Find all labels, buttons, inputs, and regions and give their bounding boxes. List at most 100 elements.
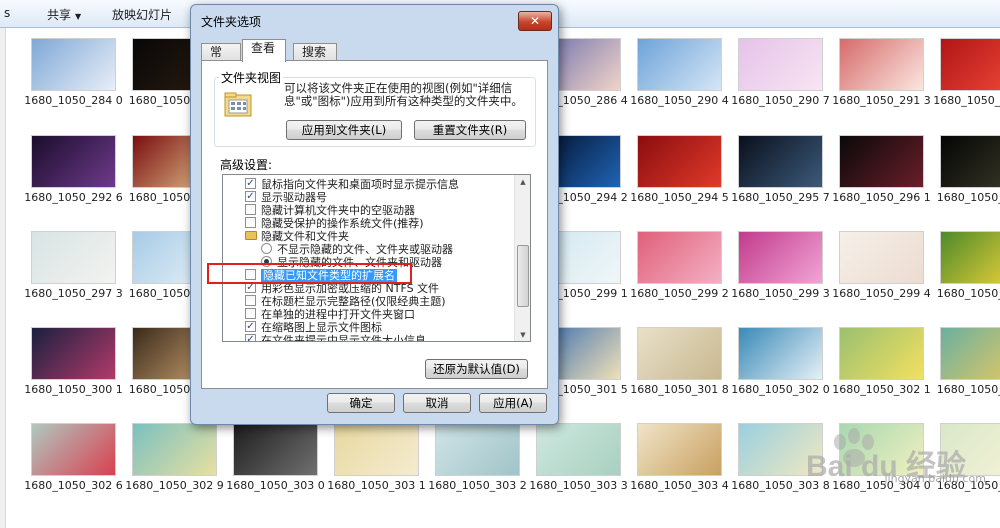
advanced-setting-label: 显示驱动器号	[261, 191, 327, 204]
advanced-settings-label: 高级设置:	[220, 158, 273, 172]
thumbnail-image	[940, 423, 1000, 476]
tab-view[interactable]: 查看	[242, 39, 286, 62]
checkbox-unchecked-icon[interactable]	[245, 204, 256, 215]
slideshow-button[interactable]: 放映幻灯片	[112, 6, 172, 23]
advanced-setting-label: 在标题栏显示完整路径(仅限经典主题)	[261, 295, 446, 308]
image-thumbnail[interactable]: 1680_1050_303 3	[528, 423, 629, 493]
thumbnail-image	[839, 231, 924, 284]
checkbox-unchecked-icon[interactable]	[245, 308, 256, 319]
thumbnail-image	[940, 231, 1000, 284]
organize-menu-tail[interactable]: s	[4, 6, 10, 20]
image-thumbnail[interactable]: 1680_1050_290 4	[629, 38, 730, 108]
image-thumbnail[interactable]: 1680_1050_299 4	[831, 231, 932, 301]
ok-button[interactable]: 确定	[327, 393, 395, 413]
advanced-setting-row[interactable]: ✓ 鼠标指向文件夹和桌面项时显示提示信息	[223, 178, 515, 191]
advanced-setting-row[interactable]: 隐藏计算机文件夹中的空驱动器	[223, 204, 515, 217]
checkbox-checked-icon[interactable]: ✓	[245, 191, 256, 202]
image-thumbnail[interactable]: 1680_1050_302 9	[124, 423, 225, 493]
advanced-setting-row[interactable]: 隐藏文件和文件夹	[223, 230, 515, 243]
image-thumbnail[interactable]: 1680_1050_29 5	[932, 135, 1000, 205]
image-thumbnail[interactable]: 1680_1050_303 2	[427, 423, 528, 493]
image-thumbnail[interactable]: 1680_1050_295 7	[730, 135, 831, 205]
apply-button[interactable]: 应用(A)	[479, 393, 547, 413]
thumbnail-image	[738, 423, 823, 476]
thumbnail-filename: 1680_1050_284 0	[24, 94, 123, 107]
thumbnail-image	[334, 423, 419, 476]
thumbnail-filename: 1680_1050_291 4	[933, 94, 1000, 107]
image-thumbnail[interactable]: 1680_1050_303 4	[629, 423, 730, 493]
thumbnail-filename: 1680_1050_303 1	[327, 479, 426, 492]
image-thumbnail[interactable]: 1680_1050_30 3	[932, 327, 1000, 397]
share-menu[interactable]: 共享 ▼	[47, 6, 81, 23]
image-thumbnail[interactable]: 1680_1050_294 5	[629, 135, 730, 205]
scrollbar-thumb[interactable]	[517, 245, 529, 307]
thumbnail-image	[31, 231, 116, 284]
advanced-setting-row[interactable]: 隐藏受保护的操作系统文件(推荐)	[223, 217, 515, 230]
thumbnail-image	[536, 423, 621, 476]
restore-defaults-button[interactable]: 还原为默认值(D)	[425, 359, 528, 379]
thumbnail-filename: 1680_1050_302 0	[731, 383, 830, 396]
advanced-setting-row[interactable]: 在单独的进程中打开文件夹窗口	[223, 308, 515, 321]
checkbox-checked-icon[interactable]: ✓	[245, 334, 256, 341]
checkbox-checked-icon[interactable]: ✓	[245, 178, 256, 189]
advanced-setting-row[interactable]: ✓ 在文件夹提示中显示文件大小信息	[223, 334, 515, 342]
image-thumbnail[interactable]: 1680_1050_302 1	[831, 327, 932, 397]
thumbnail-filename: 1680_1050_297 3	[24, 287, 123, 300]
annotation-highlight-box	[207, 263, 412, 284]
image-thumbnail[interactable]: 1680_1050_290 7	[730, 38, 831, 108]
thumbnail-filename: 1680_1050_303 0	[226, 479, 325, 492]
cancel-button[interactable]: 取消	[403, 393, 471, 413]
radio-unselected-icon[interactable]	[261, 243, 272, 254]
image-thumbnail[interactable]: 1680_1050_284 0	[23, 38, 124, 108]
image-thumbnail[interactable]: 1680_1050_303 8	[730, 423, 831, 493]
thumbnail-filename: 1680_1050_302 6	[24, 479, 123, 492]
checkbox-unchecked-icon[interactable]	[245, 217, 256, 228]
image-thumbnail[interactable]: 1680_1050_299 3	[730, 231, 831, 301]
checkbox-checked-icon[interactable]: ✓	[245, 321, 256, 332]
image-thumbnail[interactable]: 1680_1050_296 1	[831, 135, 932, 205]
advanced-setting-row[interactable]: 不显示隐藏的文件、文件夹或驱动器	[223, 243, 515, 256]
thumbnail-image	[31, 327, 116, 380]
advanced-setting-label: 隐藏计算机文件夹中的空驱动器	[261, 204, 415, 217]
image-thumbnail[interactable]: 1680_1050_297 3	[23, 231, 124, 301]
advanced-setting-label: 在单独的进程中打开文件夹窗口	[261, 308, 415, 321]
image-thumbnail[interactable]: 1680_1050_301 8	[629, 327, 730, 397]
scroll-up-arrow-icon[interactable]: ▲	[517, 176, 529, 188]
thumbnail-image	[940, 135, 1000, 188]
advanced-settings-scrollbar[interactable]: ▲ ▼	[514, 175, 530, 341]
thumbnail-filename: 1680_1050_299 2	[630, 287, 729, 300]
advanced-settings-list[interactable]: ✓ 鼠标指向文件夹和桌面项时显示提示信息 ✓ 显示驱动器号 隐藏计算机文件夹中的空驱动器…	[222, 174, 531, 342]
advanced-setting-row[interactable]: ✓ 显示驱动器号	[223, 191, 515, 204]
tab-general[interactable]: 常规	[201, 43, 241, 76]
advanced-setting-row[interactable]: ✓ 在缩略图上显示文件图标	[223, 321, 515, 334]
reset-folders-button[interactable]: 重置文件夹(R)	[414, 120, 526, 140]
advanced-setting-row[interactable]: 在标题栏显示完整路径(仅限经典主题)	[223, 295, 515, 308]
thumbnail-filename: 1680_1050_29 5	[936, 191, 1000, 204]
checkbox-unchecked-icon[interactable]	[245, 295, 256, 306]
image-thumbnail[interactable]: 1680_1050_303 0	[225, 423, 326, 493]
thumbnail-image	[132, 423, 217, 476]
tab-search[interactable]: 搜索	[293, 43, 337, 61]
image-thumbnail[interactable]: 1680_1050_302 0	[730, 327, 831, 397]
image-thumbnail[interactable]: 1680_1050_299 2	[629, 231, 730, 301]
image-thumbnail[interactable]: 1680_1050_302 6	[23, 423, 124, 493]
image-thumbnail[interactable]: 1680_1050_29 5	[932, 231, 1000, 301]
thumbnail-filename: 1680_1050_292 6	[24, 191, 123, 204]
apply-to-folders-button[interactable]: 应用到文件夹(L)	[286, 120, 402, 140]
image-thumbnail[interactable]: 1680_1050_300 1	[23, 327, 124, 397]
advanced-setting-label: 在文件夹提示中显示文件大小信息	[261, 334, 426, 342]
folder-views-label: 文件夹视图	[219, 69, 284, 86]
image-thumbnail[interactable]: 1680_1050_292 6	[23, 135, 124, 205]
thumbnail-filename: 1680_1050_291 3	[832, 94, 931, 107]
thumbnail-filename: 1680_1050_303 2	[428, 479, 527, 492]
dialog-titlebar[interactable]: 文件夹选项 ✕	[191, 5, 558, 35]
scroll-down-arrow-icon[interactable]: ▼	[517, 329, 529, 341]
close-button[interactable]: ✕	[518, 11, 552, 31]
image-thumbnail[interactable]: 1680_1050_291 4	[932, 38, 1000, 108]
thumbnail-image	[738, 135, 823, 188]
thumbnail-image	[233, 423, 318, 476]
thumbnail-filename: 1680_1050_299 3	[731, 287, 830, 300]
image-thumbnail[interactable]: 1680_1050_291 3	[831, 38, 932, 108]
thumbnail-image	[940, 327, 1000, 380]
image-thumbnail[interactable]: 1680_1050_303 1	[326, 423, 427, 493]
